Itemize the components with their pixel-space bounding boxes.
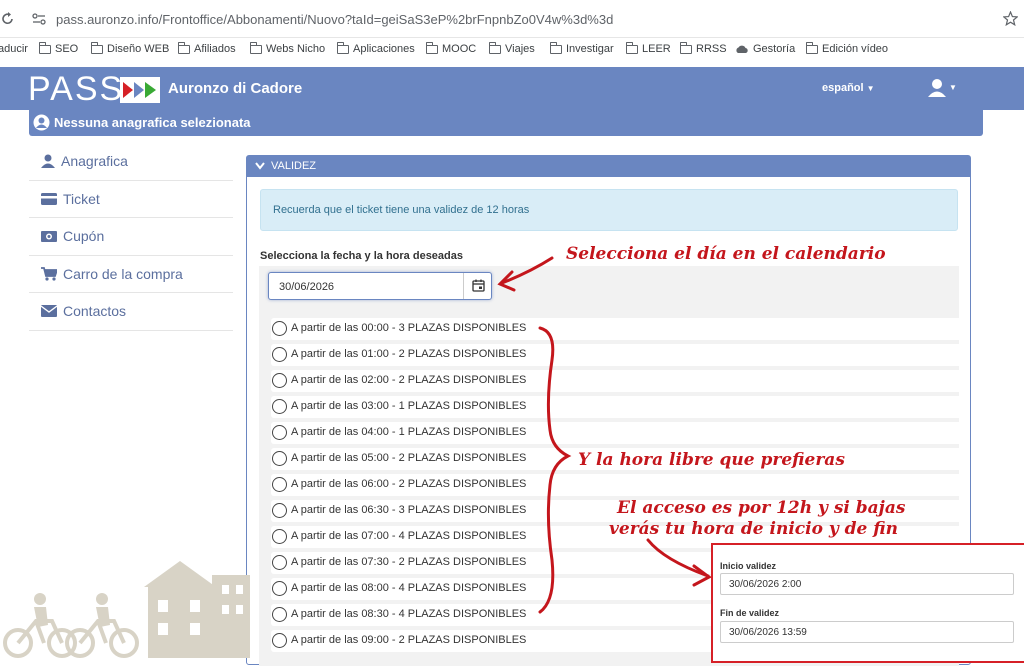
end-label: Fin de validez	[720, 608, 780, 618]
annotation-calendar: Selecciona el día en el calendario	[566, 244, 886, 264]
start-value: 30/06/2026 2:00	[729, 579, 802, 590]
annotation-hour: Y la hora libre que prefieras	[578, 450, 845, 470]
start-label: Inicio validez	[720, 561, 777, 571]
validity-result: Inicio validez 30/06/2026 2:00 Fin de va…	[711, 543, 1024, 663]
curly-brace-icon	[538, 326, 572, 614]
annotation-access-line1: El acceso es por 12h y si bajas	[617, 498, 906, 518]
arrowhead-icon	[692, 564, 712, 587]
annotation-access-line2: verás tu hora de inicio y de fin	[609, 519, 898, 539]
arrow-to-calendar-icon	[500, 256, 554, 285]
end-field[interactable]: 30/06/2026 13:59	[720, 621, 1014, 643]
start-field[interactable]: 30/06/2026 2:00	[720, 573, 1014, 595]
end-value: 30/06/2026 13:59	[729, 627, 807, 638]
